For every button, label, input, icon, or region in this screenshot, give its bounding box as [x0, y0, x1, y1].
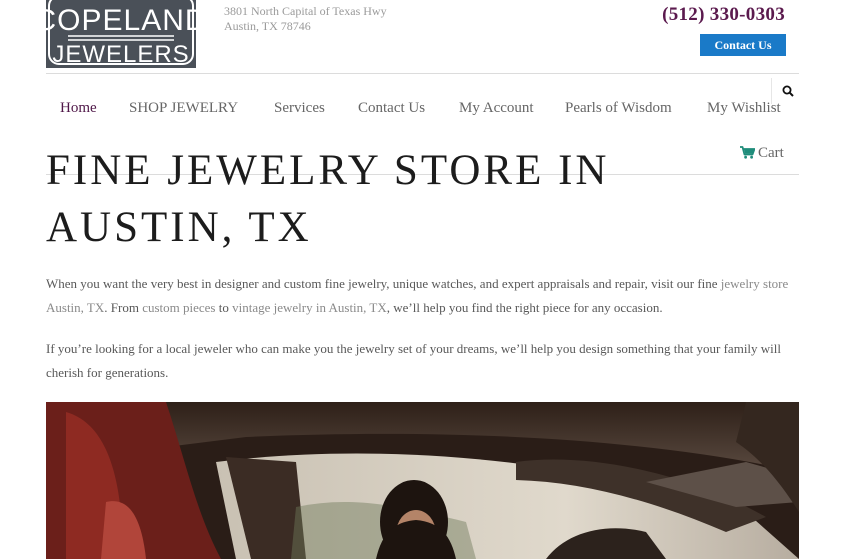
nav-item-services[interactable]: Services [274, 100, 325, 117]
logo[interactable]: COPELAND JEWELERS [46, 0, 196, 68]
cart-link[interactable]: Cart [740, 145, 784, 162]
hero-photo [46, 402, 799, 559]
nav-item-pearls-of-wisdom[interactable]: Pearls of Wisdom [565, 100, 672, 117]
contact-us-button[interactable]: Contact Us [700, 34, 786, 56]
nav-item-shop-jewelry[interactable]: SHOP JEWELRY [129, 100, 238, 117]
intro-text-d: , we’ll help you find the right piece fo… [386, 300, 663, 315]
store-address: 3801 North Capital of Texas Hwy Austin, … [224, 4, 387, 34]
phone-link[interactable]: (512) 330-0303 [662, 4, 785, 26]
nav-item-my-account[interactable]: My Account [459, 100, 534, 117]
search-icon [782, 85, 794, 97]
intro-text-c: to [215, 300, 233, 315]
intro-paragraph-2: If you’re looking for a local jeweler wh… [46, 341, 782, 380]
intro-paragraph-1: When you want the very best in designer … [46, 272, 799, 320]
address-line2: Austin, TX 78746 [224, 19, 311, 33]
logo-line2: JEWELERS [52, 41, 189, 68]
page-title-line1: FINE JEWELRY STORE IN [46, 147, 610, 194]
intro-text-b: . From [104, 300, 143, 315]
nav-item-my-wishlist[interactable]: My Wishlist [707, 100, 781, 117]
address-line1: 3801 North Capital of Texas Hwy [224, 4, 387, 18]
page-title-line2: AUSTIN, TX [46, 204, 312, 251]
cart-label: Cart [758, 145, 784, 161]
intro-text-a: When you want the very best in designer … [46, 276, 721, 291]
nav-item-home[interactable]: Home [60, 100, 97, 117]
custom-pieces-link[interactable]: custom pieces [142, 300, 215, 315]
vintage-jewelry-link[interactable]: vintage jewelry in Austin, TX [232, 300, 387, 315]
page-title: FINE JEWELRY STORE IN AUSTIN, TX [46, 142, 746, 256]
nav-item-contact-us[interactable]: Contact Us [358, 100, 425, 117]
logo-line1: COPELAND [46, 4, 196, 37]
header-divider [46, 73, 799, 74]
